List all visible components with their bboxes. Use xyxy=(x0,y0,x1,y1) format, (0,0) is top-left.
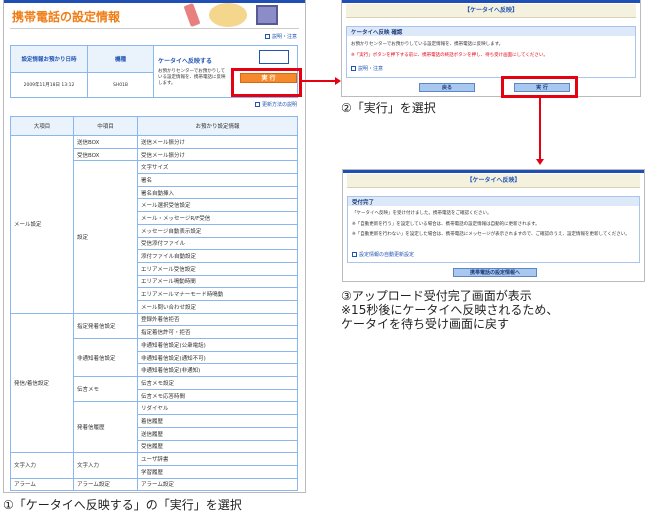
highlight-exec-step2 xyxy=(501,76,578,98)
mid-cell: 発着信履歴 xyxy=(73,401,138,454)
complete-screenshot: 【ケータイへ反映】 受付完了 「ケータイへ反映」を受け付けました。携帯電話をご確… xyxy=(342,169,645,282)
setting-cell: メッセージ自動表示設定 xyxy=(137,223,298,238)
step1-caption: ①「ケータイへ反映する」の「実行」を選択 xyxy=(3,498,242,512)
date-value: 2009年11月18日 13:12 xyxy=(10,72,88,98)
phone-illustration-icon xyxy=(183,2,201,28)
complete-box-title: 受付完了 xyxy=(348,197,639,206)
major-cell: アラーム xyxy=(10,477,74,492)
step3-caption-1: ③アップロード受付完了画面が表示 xyxy=(341,289,532,303)
setting-cell: 文字サイズ xyxy=(137,160,298,175)
model-value: SH01B xyxy=(87,72,154,98)
help-link[interactable]: 説明・注意 xyxy=(264,33,297,40)
setting-cell: アラーム設定 xyxy=(137,477,298,492)
setting-cell: エリアメール鳴動時間 xyxy=(137,274,298,289)
mid-cell: 文字入力 xyxy=(73,452,138,479)
setting-cell: 署名 xyxy=(137,173,298,187)
setting-cell: 送信メール振分け xyxy=(137,135,298,149)
setting-cell: 添付ファイル自動設定 xyxy=(137,249,298,263)
arrow-line-1 xyxy=(302,80,336,82)
mid-header: 中項目 xyxy=(73,116,138,136)
mid-cell: 受信BOX xyxy=(73,147,138,162)
model-header: 機種 xyxy=(87,45,154,73)
setting-cell: 着信履歴 xyxy=(137,414,298,428)
auto-update-link[interactable]: 設定情報の自動更新設定 xyxy=(352,251,414,258)
confirm-box: ケータイへ反映 確認 お預かりセンターでお預かりしている設定情報を、携帯電話に反… xyxy=(346,26,636,78)
highlight-exec-step1 xyxy=(231,68,302,97)
setting-cell: 非通知着信設定(通知不可) xyxy=(137,350,298,365)
setting-cell: メール問い合わせ設定 xyxy=(137,299,298,314)
table-row: 文字入力 文字入力 ユーザ辞書 xyxy=(10,452,298,479)
major-cell: 文字入力 xyxy=(10,452,74,479)
table-row: メール設定 送信BOX 送信メール振分け xyxy=(10,135,298,314)
top-bar xyxy=(4,0,305,3)
confirm-help-link[interactable]: 説明・注意 xyxy=(351,65,383,72)
setting-cell: リダイヤル xyxy=(137,401,298,416)
complete-line-1: 「ケータイへ反映」を受け付けました。携帯電話をご確認ください。 xyxy=(352,211,492,216)
mid-cell: 指定発着信設定 xyxy=(73,312,138,340)
info-header: お預かり設定情報 xyxy=(137,116,298,136)
confirm-warning: ※「実行」ボタンを押下する前に、携帯電話の終話ボタンを押し、待ち受け画面にしてく… xyxy=(351,53,548,58)
mid-cell: 設定 xyxy=(73,160,138,314)
setting-cell: 学習履歴 xyxy=(137,464,298,479)
setting-cell: 受信履歴 xyxy=(137,439,298,454)
laptop-illustration-icon xyxy=(256,5,278,25)
confirm-header: 【ケータイへ反映】 xyxy=(346,4,636,18)
arrow-line-2 xyxy=(539,98,541,160)
step2-caption: ②「実行」を選択 xyxy=(341,101,436,115)
setting-cell: 登録外着信拒否 xyxy=(137,312,298,327)
settings-table: 大項目 中項目 お預かり設定情報 メール設定 送信BOX 送信メール振分け 受信BOX… xyxy=(10,116,298,492)
confirm-text: お預かりセンターでお預かりしている設定情報を、携帯電話に反映します。 xyxy=(351,42,504,47)
confirm-screenshot: 【ケータイへ反映】 ケータイへ反映 確認 お預かりセンターでお預かりしている設定… xyxy=(341,0,641,97)
major-cell: 発信/着信設定 xyxy=(10,312,74,454)
complete-header: 【ケータイへ反映】 xyxy=(347,174,640,188)
setting-cell: メール選択受信設定 xyxy=(137,198,298,213)
complete-box: 受付完了 「ケータイへ反映」を受け付けました。携帯電話をご確認ください。 ※「自… xyxy=(347,196,640,263)
major-cell: メール設定 xyxy=(10,135,74,314)
arrow-head-down-icon xyxy=(536,159,544,165)
table-row: 発信/着信設定 指定発着信設定 登録外着信拒否 xyxy=(10,312,298,454)
setting-cell: 指定着信許可・拒否 xyxy=(137,325,298,339)
setting-cell: 非通知着信設定(非通知) xyxy=(137,363,298,378)
major-header: 大項目 xyxy=(10,116,74,136)
setting-cell: エリアメールマナーモード時鳴動 xyxy=(137,287,298,301)
setting-cell: 伝言メモ応答時間 xyxy=(137,388,298,403)
mid-cell: 伝言メモ xyxy=(73,376,138,403)
setting-cell: 送信履歴 xyxy=(137,426,298,441)
setting-cell: 署名自動挿入 xyxy=(137,185,298,200)
setting-cell: 非通知着信設定(公衆電話) xyxy=(137,338,298,352)
table-row: アラーム アラーム設定 アラーム設定 xyxy=(10,477,298,492)
page-title: 携帯電話の設定情報 xyxy=(12,10,121,24)
setting-cell: 伝言メモ設定 xyxy=(137,376,298,390)
setting-cell: エリアメール受信設定 xyxy=(137,261,298,276)
confirm-box-title: ケータイへ反映 確認 xyxy=(347,27,635,36)
setting-cell: 受信添付ファイル xyxy=(137,236,298,251)
back-button[interactable]: 戻る xyxy=(419,83,475,92)
setting-cell: メール・メッセージR/F受信 xyxy=(137,211,298,225)
complete-line-3: ※「自動更新を行わない」を設定した場合は、携帯電話にメッセージが表示されますので… xyxy=(352,232,630,237)
setting-cell: 受信メール振分け xyxy=(137,147,298,162)
mid-cell: アラーム設定 xyxy=(73,477,138,492)
complete-line-2: ※「自動更新を行う」を設定している場合は、携帯電話の設定情報は自動的に更新されま… xyxy=(352,222,540,227)
step3-caption-3: ケータイを待ち受け画面に戻す xyxy=(341,317,510,331)
step3-caption-2: ※15秒後にケータイへ反映されるため、 xyxy=(341,303,559,317)
reflect-desc: お預かりセンターでお預かりしている設定情報を、携帯電話に反映します。 xyxy=(158,69,226,86)
box-illustration-icon xyxy=(209,3,247,27)
update-method-link[interactable]: 更新方法の説明 xyxy=(254,101,297,108)
to-settings-button[interactable]: 携帯電話の設定情報へ xyxy=(453,268,537,277)
phone-to-pc-icon xyxy=(259,50,289,64)
mid-cell: 非通知着信設定 xyxy=(73,337,138,378)
mid-cell: 送信BOX xyxy=(73,135,138,149)
date-header: 設定情報お預かり日時 xyxy=(10,45,88,73)
setting-cell: ユーザ辞書 xyxy=(137,452,298,466)
